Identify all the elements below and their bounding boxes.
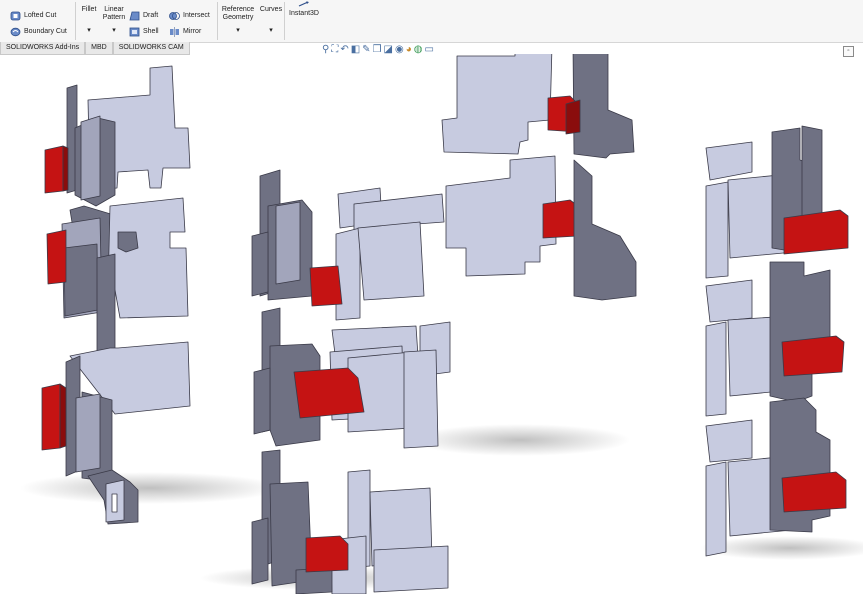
intersect-button[interactable]: Intersect: [169, 11, 210, 21]
boundary-cut-label: Boundary Cut: [24, 28, 67, 35]
lofted-cut-label: Lofted Cut: [24, 12, 57, 19]
draft-icon: [129, 11, 140, 21]
plate-face: [80, 115, 101, 201]
linear-pattern-dropdown[interactable]: ▾: [109, 27, 119, 35]
plate-face: [445, 155, 557, 277]
plate-side: [117, 231, 139, 253]
red-clip: [542, 199, 579, 239]
center-bottom-assembly: [251, 449, 449, 594]
plate-side: [769, 397, 831, 533]
left-column-assembly: [41, 65, 191, 525]
curves-dropdown[interactable]: ▾: [266, 27, 276, 35]
intersect-icon: [169, 12, 180, 20]
instant3d-icon: [298, 1, 309, 7]
plate-face: [75, 393, 101, 473]
plate-face: [403, 349, 439, 449]
center-top-assembly: [441, 54, 635, 159]
plate-side: [251, 231, 269, 297]
plate-side: [63, 243, 99, 317]
lofted-cut-button[interactable]: Lofted Cut: [10, 11, 56, 21]
plate-face: [705, 181, 729, 279]
red-clip: [305, 535, 349, 573]
boundary-cut-button[interactable]: Boundary Cut: [10, 27, 67, 37]
instant3d-button[interactable]: Instant3D: [287, 1, 321, 18]
plate-face: [373, 545, 449, 593]
plate-side: [253, 367, 271, 435]
plate-face: [275, 201, 301, 285]
instant3d-label: Instant3D: [289, 10, 319, 17]
red-clip-side: [62, 145, 69, 192]
mirror-button[interactable]: Mirror: [169, 27, 201, 37]
ribbon-separator: [217, 2, 218, 40]
linear-pattern-label-2: Pattern: [102, 14, 126, 21]
plate-face: [107, 197, 189, 319]
shell-icon: [129, 27, 140, 37]
linear-pattern-label-1: Linear: [104, 6, 124, 13]
floor-shadow: [20, 472, 280, 504]
lofted-cut-icon: [10, 11, 21, 21]
plate-face: [357, 221, 425, 301]
draft-button[interactable]: Draft: [129, 11, 158, 21]
center-lower-assembly: [253, 307, 451, 449]
red-clip: [781, 335, 845, 377]
plate-face: [441, 54, 553, 155]
right-column-assembly: [705, 125, 849, 557]
red-clip: [44, 145, 64, 194]
plate-face: [705, 141, 753, 181]
fillet-button[interactable]: Fillet: [80, 6, 98, 14]
plate-side: [572, 54, 635, 159]
ribbon-separator: [75, 2, 76, 40]
plate-face: [705, 279, 753, 323]
plate-side: [573, 159, 637, 301]
graphics-area[interactable]: [0, 54, 863, 594]
command-manager-ribbon: Lofted Cut Boundary Cut Fillet ▾ Linear …: [0, 0, 863, 43]
red-clip: [41, 383, 61, 451]
shell-label: Shell: [143, 28, 159, 35]
center-middle-assembly: [251, 155, 637, 321]
plate-face: [705, 321, 727, 417]
curves-button[interactable]: Curves: [258, 6, 284, 14]
command-manager-tabs: SOLIDWORKS Add-Ins MBD SOLIDWORKS CAM: [0, 42, 190, 55]
plate-side: [769, 261, 831, 403]
red-clip: [309, 265, 343, 307]
red-clip: [783, 209, 849, 255]
plate-face: [335, 227, 361, 321]
plate-side: [251, 517, 269, 585]
red-clip: [293, 367, 365, 419]
red-clip: [781, 471, 847, 513]
curves-label: Curves: [259, 6, 283, 13]
linear-pattern-button[interactable]: Linear Pattern: [101, 6, 127, 22]
ribbon-separator: [284, 2, 285, 40]
reference-geometry-label-2: Geometry: [222, 14, 254, 21]
fillet-dropdown[interactable]: ▾: [84, 27, 94, 35]
plate-face: [705, 419, 753, 463]
red-clip-side: [59, 383, 67, 449]
reference-geometry-dropdown[interactable]: ▾: [233, 27, 243, 35]
fillet-label: Fillet: [81, 6, 97, 13]
plate-face: [705, 461, 727, 557]
boundary-cut-icon: [10, 27, 21, 37]
reference-geometry-button[interactable]: Reference Geometry: [221, 6, 255, 22]
plate-side: [96, 253, 116, 363]
red-clip: [46, 229, 67, 285]
slot: [111, 493, 118, 513]
red-clip-side: [565, 99, 581, 135]
draft-label: Draft: [143, 12, 159, 19]
mirror-icon: [170, 27, 179, 37]
intersect-label: Intersect: [183, 12, 210, 19]
mirror-label: Mirror: [183, 28, 202, 35]
floor-shadow: [410, 424, 630, 456]
shell-button[interactable]: Shell: [129, 27, 159, 37]
reference-geometry-label-1: Reference: [221, 6, 255, 13]
